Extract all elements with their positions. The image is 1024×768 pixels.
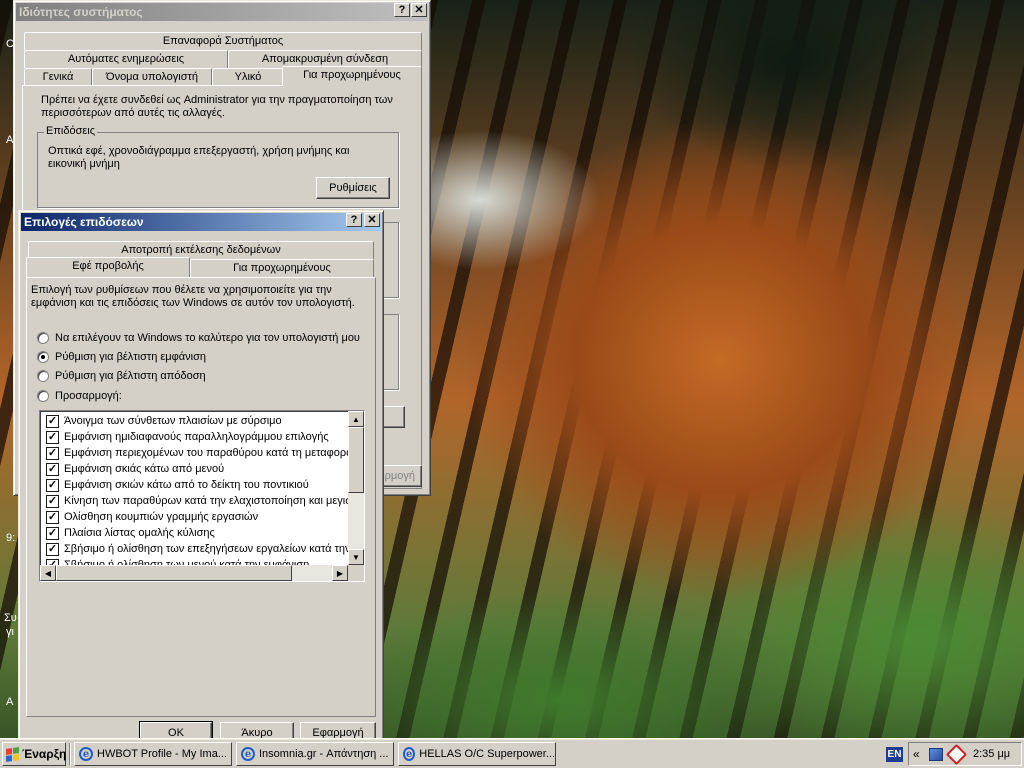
scroll-up-icon[interactable]: ▲ xyxy=(348,411,364,427)
checkbox[interactable]: ✓ xyxy=(46,510,59,524)
checkbox[interactable]: ✓ xyxy=(46,430,59,444)
vertical-scroll-thumb[interactable] xyxy=(348,427,364,493)
checkbox[interactable]: ✓ xyxy=(46,542,59,556)
desktop-icon-label[interactable]: 9: xyxy=(6,532,15,545)
scroll-down-icon[interactable]: ▼ xyxy=(348,549,364,565)
start-button[interactable]: Έναρξη xyxy=(2,742,66,766)
radio-indicator xyxy=(37,390,49,402)
settings-button[interactable]: Ρυθμίσεις xyxy=(316,177,390,199)
internet-explorer-icon: e xyxy=(403,747,416,761)
network-icon[interactable] xyxy=(929,748,943,761)
task-label: HWBOT Profile - My Ima... xyxy=(97,748,227,760)
visual-effect-item[interactable]: ✓ Εμφάνιση ημιδιαφανούς παραλληλογράμμου … xyxy=(46,429,329,445)
system-properties-titlebar[interactable]: Ιδιότητες συστήματος xyxy=(16,3,428,21)
checkbox[interactable]: ✓ xyxy=(46,526,59,540)
radio-indicator xyxy=(37,332,49,344)
radio-let-windows-choose[interactable]: Να επιλέγουν τα Windows το καλύτερο για … xyxy=(37,332,360,344)
visual-effect-label: Εμφάνιση ημιδιαφανούς παραλληλογράμμου ε… xyxy=(64,431,329,443)
horizontal-scroll-thumb[interactable] xyxy=(56,565,292,581)
windows-logo-icon xyxy=(6,746,19,762)
tab-computer-name[interactable]: Όνομα υπολογιστή xyxy=(92,68,212,86)
visual-effect-item[interactable]: ✓ Εμφάνιση σκιάς κάτω από μενού xyxy=(46,461,224,477)
radio-label: Προσαρμογή: xyxy=(55,390,122,402)
help-button[interactable]: ? xyxy=(394,3,410,17)
visual-effect-item[interactable]: ✓ Σβήσιμο ή ολίσθηση των επεξηγήσεων εργα… xyxy=(46,541,364,557)
visual-effect-label: Εμφάνιση περιεχομένων του παραθύρου κατά… xyxy=(64,447,353,459)
taskbar-button-hellas-oc[interactable]: e HELLAS O/C Superpower... xyxy=(398,742,556,766)
tab-general[interactable]: Γενικά xyxy=(24,68,92,86)
checkbox[interactable]: ✓ xyxy=(46,462,59,476)
internet-explorer-icon: e xyxy=(241,747,255,761)
radio-label: Ρύθμιση για βέλτιστη απόδοση xyxy=(55,370,206,382)
visual-effects-list[interactable]: ✓ Άνοιγμα των σύνθετων πλαισίων με σύρσιμ… xyxy=(39,410,365,582)
help-button[interactable]: ? xyxy=(346,213,362,227)
performance-group: Επιδόσεις Οπτικά εφέ, χρονοδιάγραμμα επε… xyxy=(37,125,399,208)
performance-description: Οπτικά εφέ, χρονοδιάγραμμα επεξεργαστή, … xyxy=(48,145,350,170)
scroll-right-icon[interactable]: ▶ xyxy=(332,565,348,581)
taskbar-button-insomnia[interactable]: e Insomnia.gr - Απάντηση ... xyxy=(236,742,394,766)
checkbox[interactable]: ✓ xyxy=(46,478,59,492)
intro-text: Επιλογή των ρυθμίσεων που θέλετε να χρησ… xyxy=(31,284,355,309)
close-button[interactable]: ✕ xyxy=(364,213,380,227)
visual-effect-item[interactable]: ✓ Πλαίσια λίστας ομαλής κύλισης xyxy=(46,525,215,541)
radio-indicator xyxy=(37,351,49,363)
visual-effect-label: Κίνηση των παραθύρων κατά την ελαχιστοπο… xyxy=(64,495,365,507)
desktop-icon-label[interactable]: A xyxy=(6,696,13,709)
checkbox[interactable]: ✓ xyxy=(46,446,59,460)
visual-effects-panel: Επιλογή των ρυθμίσεων που θέλετε να χρησ… xyxy=(26,277,376,717)
visual-effect-item[interactable]: ✓ Άνοιγμα των σύνθετων πλαισίων με σύρσιμ… xyxy=(46,413,282,429)
visual-effect-label: Ολίσθηση κουμπιών γραμμής εργασιών xyxy=(64,511,259,523)
visual-effect-item[interactable]: ✓ Ολίσθηση κουμπιών γραμμής εργασιών xyxy=(46,509,258,525)
task-label: HELLAS O/C Superpower... xyxy=(419,748,555,760)
visual-effect-label: Πλαίσια λίστας ομαλής κύλισης xyxy=(64,527,215,539)
visual-effect-label: Εμφάνιση σκιών κάτω από το δείκτη του πο… xyxy=(64,479,309,491)
visual-effect-label: Σβήσιμο ή ολίσθηση των επεξηγήσεων εργαλ… xyxy=(64,543,364,555)
taskbar: Έναρξη e HWBOT Profile - My Ima... e Ins… xyxy=(0,738,1024,768)
radio-best-performance[interactable]: Ρύθμιση για βέλτιστη απόδοση xyxy=(37,370,206,382)
admin-note: Πρέπει να έχετε συνδεθεί ως Administrato… xyxy=(41,94,393,119)
checkbox[interactable]: ✓ xyxy=(46,414,59,428)
system-tray: « 2:35 μμ xyxy=(908,742,1022,766)
tab-system-restore[interactable]: Επαναφορά Συστήματος xyxy=(24,32,422,50)
performance-options-titlebar[interactable]: Επιλογές επιδόσεων xyxy=(21,213,381,231)
radio-custom[interactable]: Προσαρμογή: xyxy=(37,390,122,402)
antivirus-icon[interactable] xyxy=(945,743,968,766)
window-title: Επιλογές επιδόσεων xyxy=(24,215,144,229)
window-title: Ιδιότητες συστήματος xyxy=(19,5,143,19)
scroll-left-icon[interactable]: ◀ xyxy=(40,565,56,581)
tab-advanced[interactable]: Για προχωρημένους xyxy=(282,66,422,86)
tab-automatic-updates[interactable]: Αυτόματες ενημερώσεις xyxy=(24,50,228,68)
radio-label: Να επιλέγουν τα Windows το καλύτερο για … xyxy=(55,332,360,344)
start-label: Έναρξη xyxy=(22,747,67,761)
language-indicator[interactable]: EN xyxy=(886,747,903,762)
visual-effect-label: Άνοιγμα των σύνθετων πλαισίων με σύρσιμο xyxy=(64,415,282,427)
taskbar-separator xyxy=(69,743,71,765)
clock[interactable]: 2:35 μμ xyxy=(973,748,1010,760)
radio-best-appearance[interactable]: Ρύθμιση για βέλτιστη εμφάνιση xyxy=(37,351,206,363)
radio-indicator xyxy=(37,370,49,382)
taskbar-button-hwbot[interactable]: e HWBOT Profile - My Ima... xyxy=(74,742,232,766)
visual-effect-item[interactable]: ✓ Εμφάνιση σκιών κάτω από το δείκτη του π… xyxy=(46,477,309,493)
tab-advanced[interactable]: Για προχωρημένους xyxy=(190,259,374,277)
performance-group-label: Επιδόσεις xyxy=(44,125,98,137)
task-label: Insomnia.gr - Απάντηση ... xyxy=(259,748,389,760)
performance-options-window: Επιλογές επιδόσεων ? ✕ Αποτροπή εκτέλεση… xyxy=(18,210,384,750)
checkbox[interactable]: ✓ xyxy=(46,494,59,508)
close-button[interactable]: ✕ xyxy=(411,3,427,17)
visual-effect-label: Εμφάνιση σκιάς κάτω από μενού xyxy=(64,463,225,475)
scrollbar-corner xyxy=(348,565,364,581)
visual-effect-item[interactable]: ✓ Εμφάνιση περιεχομένων του παραθύρου κατ… xyxy=(46,445,353,461)
show-hidden-icons-button[interactable]: « xyxy=(913,747,920,761)
internet-explorer-icon: e xyxy=(79,747,93,761)
desktop-icon-label[interactable]: Συ xyxy=(4,612,17,625)
visual-effect-item[interactable]: ✓ Κίνηση των παραθύρων κατά την ελαχιστοπ… xyxy=(46,493,365,509)
tab-hardware[interactable]: Υλικό xyxy=(212,68,284,86)
tab-visual-effects[interactable]: Εφέ προβολής xyxy=(26,257,190,277)
radio-label: Ρύθμιση για βέλτιστη εμφάνιση xyxy=(55,351,206,363)
desktop-icon-label[interactable]: γι xyxy=(6,626,14,639)
